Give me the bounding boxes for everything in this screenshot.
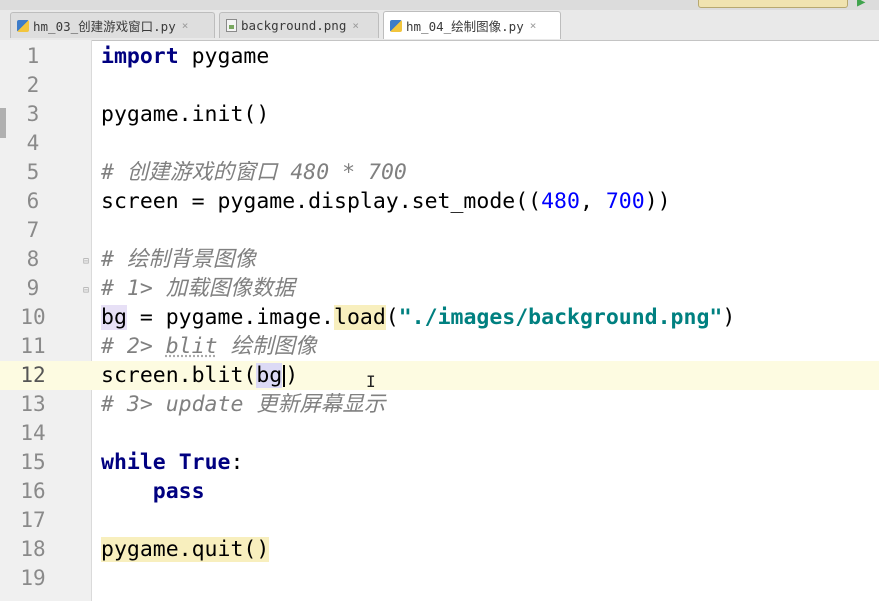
run-configuration-selector[interactable] [698,0,848,8]
code-line-8: # 绘制背景图像 [101,247,256,272]
line-number: 2 [26,73,40,97]
code-line-13: # 3> update 更新屏幕显示 [101,392,386,417]
line-number: 11 [20,334,46,358]
comment-text: 绘制图像 [217,334,317,359]
line-number: 17 [20,508,46,532]
line-number: 14 [20,421,46,445]
line-number: 9 [26,276,40,300]
tab-background-png[interactable]: background.png × [219,12,379,38]
mouse-ibeam-cursor-icon: I [366,372,376,391]
code-line-9: # 1> 加载图像数据 [101,276,295,301]
line-number: 19 [20,566,46,590]
tab-label: hm_04_绘制图像.py [406,19,524,34]
code-text: screen.blit( [101,363,257,388]
line-number: 5 [26,160,40,184]
code-line-12: screen.blit(bg) [101,361,298,390]
variable-bg: bg [256,363,283,388]
code-line-18: pygame.quit() [101,535,270,564]
keyword: import [101,44,179,69]
tab-label: hm_03_创建游戏窗口.py [33,19,176,34]
code-line-10: bg = pygame.image.load("./images/backgro… [101,303,735,332]
run-icon[interactable]: ▶ [857,0,865,10]
code-text: ) [722,305,736,330]
code-line-15: while True: [101,448,243,477]
code-text: ) [285,363,299,388]
method-load: load [334,305,386,330]
code-text: pygame.quit() [101,537,270,562]
line-number: 3 [26,102,40,126]
code-line-1: import pygame [101,42,269,71]
code-line-16: pass [101,477,205,506]
line-number: 12 [20,363,46,387]
comment-text: # 2> [101,334,166,359]
code-text: , [579,189,606,214]
code-line-6: screen = pygame.display.set_mode((480, 7… [101,187,671,216]
line-number: 6 [26,189,40,213]
tab-hm-03[interactable]: hm_03_创建游戏窗口.py × [10,12,215,38]
tab-hm-04[interactable]: hm_04_绘制图像.py × [383,11,561,39]
tab-label: background.png [241,18,347,33]
keyword: pass [152,479,205,504]
code-line-11: # 2> blit 绘制图像 [101,332,316,361]
line-number: 10 [20,305,46,329]
code-text: ( [385,305,399,330]
number-literal: 480 [541,189,580,214]
image-file-icon [226,19,237,32]
line-number: 18 [20,537,46,561]
string-literal: "./images/background.png" [398,305,723,330]
code-text: : [230,450,244,475]
line-number: 8 [26,247,40,271]
number-literal: 700 [605,189,645,214]
line-number: 1 [26,44,40,68]
code-text: )) [644,189,671,214]
close-icon[interactable]: × [352,19,359,32]
close-icon[interactable]: × [182,19,189,32]
comment-text: blit [165,334,218,359]
python-file-icon [17,19,29,32]
code-line-3: pygame.init() [101,102,270,127]
line-number: 4 [26,131,40,155]
keyword: while [101,450,166,475]
close-icon[interactable]: × [530,19,537,32]
python-file-icon [390,19,402,32]
line-number-gutter: 1 2 3 4 5 6 7 8 9 10 11 12 13 14 15 16 1… [0,40,92,601]
code-editor[interactable]: import pygame pygame.init() # 创建游戏的窗口 48… [92,40,879,601]
code-text: = pygame.image. [126,305,334,330]
variable-bg: bg [101,305,127,330]
line-number: 16 [20,479,46,503]
line-number: 7 [26,218,40,242]
line-number: 13 [20,392,46,416]
code-text: screen = pygame.display.set_mode(( [101,189,542,214]
code-line-5: # 创建游戏的窗口 480 * 700 [101,160,407,185]
editor-tab-bar: ▶ hm_03_创建游戏窗口.py × background.png × hm_… [0,0,879,41]
line-number: 15 [20,450,46,474]
code-text: pygame [178,44,270,69]
keyword: True [178,450,231,475]
